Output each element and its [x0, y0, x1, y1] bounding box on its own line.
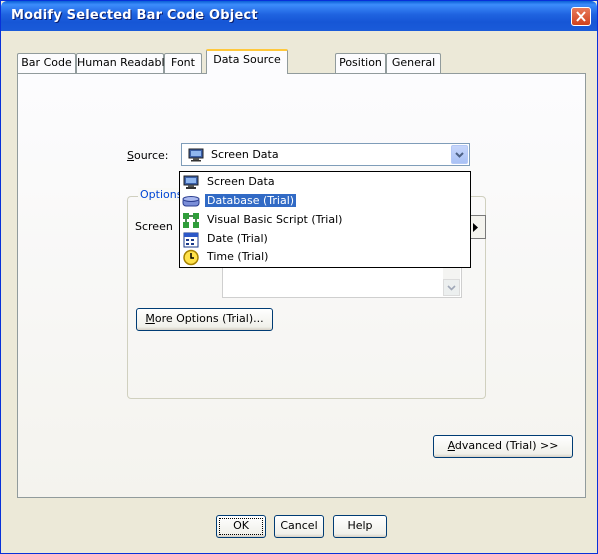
options-legend: Options	[138, 188, 185, 201]
more-options-button[interactable]: More Options (Trial)...	[136, 308, 273, 331]
close-button[interactable]	[571, 7, 591, 26]
advanced-button[interactable]: Advanced (Trial) >>	[433, 435, 573, 458]
tab-bar-code[interactable]: Bar Code	[17, 53, 76, 73]
chevron-down-icon	[447, 285, 456, 291]
ok-button[interactable]: OK	[216, 515, 266, 538]
source-combo[interactable]: Screen Data	[181, 143, 470, 166]
tab-human-readable[interactable]: Human Readable	[76, 53, 171, 73]
calendar-icon	[183, 232, 199, 248]
help-button[interactable]: Help	[333, 515, 387, 538]
script-icon	[183, 213, 199, 228]
tab-position[interactable]: Position	[335, 53, 386, 73]
triangle-right-icon	[473, 223, 478, 232]
source-dropdown-list: Screen Data Database (Trial) Visual Basi…	[179, 171, 471, 268]
dropdown-item-database[interactable]: Database (Trial)	[180, 192, 470, 211]
title-bar: Modify Selected Bar Code Object	[1, 1, 597, 31]
chevron-down-icon	[455, 152, 464, 158]
dialog-window: Modify Selected Bar Code Object Bar Code…	[0, 0, 598, 554]
database-icon	[182, 196, 200, 207]
dropdown-item-time[interactable]: Time (Trial)	[180, 248, 470, 267]
dropdown-item-vbscript[interactable]: Visual Basic Script (Trial)	[180, 211, 470, 230]
close-icon	[576, 11, 586, 22]
tab-font[interactable]: Font	[164, 53, 202, 73]
clock-icon	[183, 249, 199, 266]
tab-data-source[interactable]: Data Source	[206, 49, 288, 74]
screen-label: Screen	[135, 220, 173, 233]
window-title: Modify Selected Bar Code Object	[11, 8, 258, 23]
monitor-icon	[188, 148, 204, 162]
dropdown-item-screen-data[interactable]: Screen Data	[180, 173, 470, 192]
source-combo-value: Screen Data	[211, 148, 279, 161]
cancel-button[interactable]: Cancel	[274, 515, 324, 538]
dropdown-item-date[interactable]: Date (Trial)	[180, 230, 470, 249]
tab-general[interactable]: General	[386, 53, 441, 73]
source-label: Source:	[127, 149, 169, 162]
scroll-down-button[interactable]	[443, 279, 460, 296]
monitor-icon	[183, 175, 199, 189]
combo-dropdown-button[interactable]	[451, 145, 468, 164]
